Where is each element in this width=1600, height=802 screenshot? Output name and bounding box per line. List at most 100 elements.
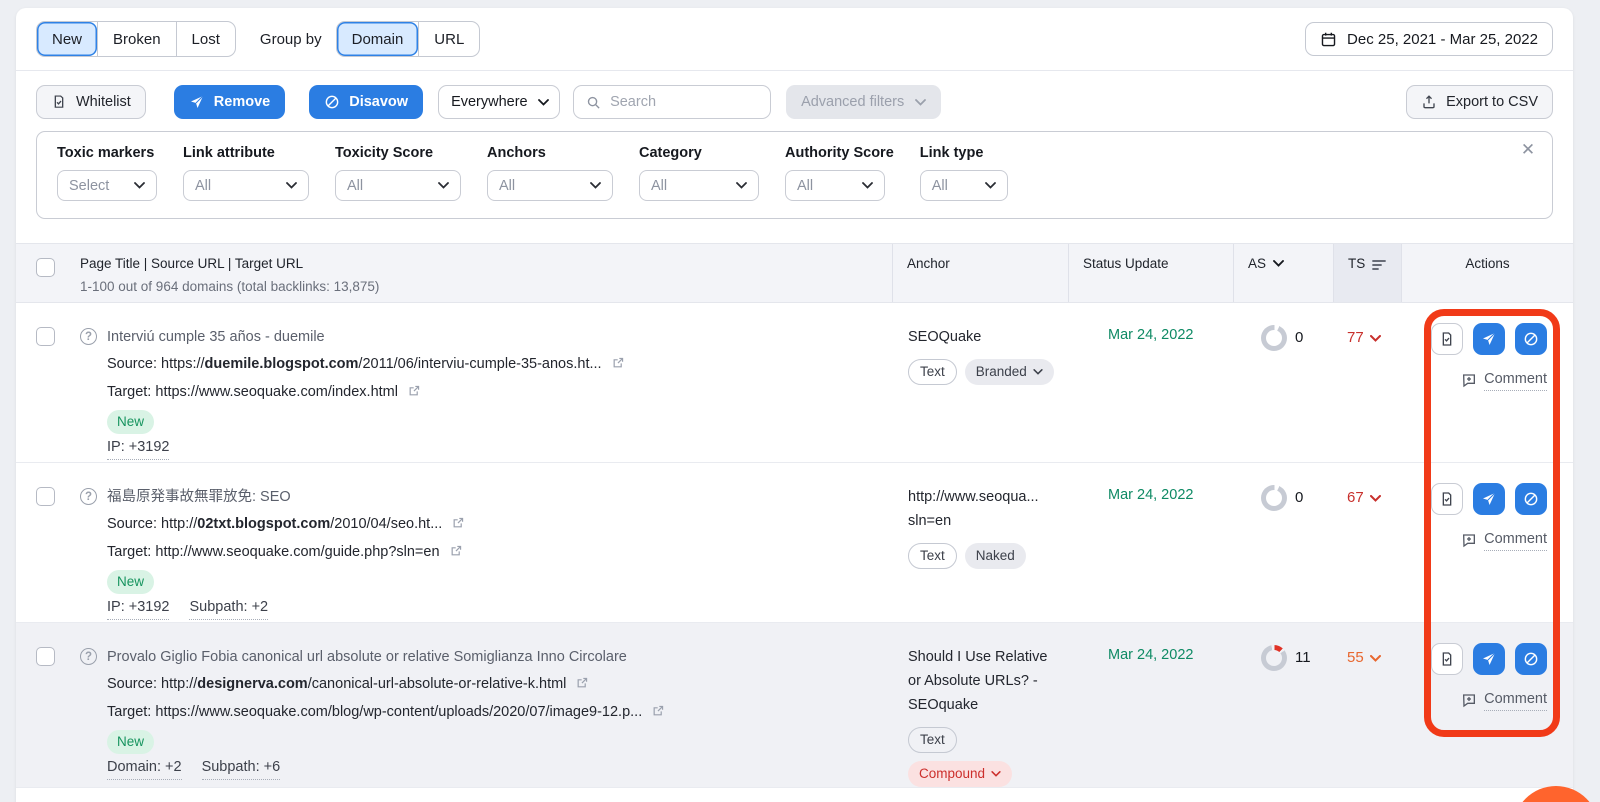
tab-lost[interactable]: Lost (176, 22, 235, 56)
disavow-button[interactable]: Disavow (309, 85, 423, 119)
page-title: Provalo Giglio Fobia canonical url absol… (107, 644, 665, 671)
comment-link[interactable]: Comment (1461, 529, 1547, 551)
filter-value: Select (69, 178, 109, 194)
filter-toxicity-score: Toxicity Score All (335, 145, 461, 201)
date-range-picker[interactable]: Dec 25, 2021 - Mar 25, 2022 (1305, 22, 1553, 56)
external-link-icon[interactable] (450, 545, 463, 561)
link-type-select[interactable]: All (920, 170, 1008, 201)
comment-link[interactable]: Comment (1461, 689, 1547, 711)
close-icon[interactable] (1518, 140, 1538, 160)
advanced-filters-button[interactable]: Advanced filters (786, 85, 941, 119)
subpath-meta[interactable]: Subpath: +6 (202, 756, 281, 780)
toxicity-score-cell[interactable]: 55 (1333, 623, 1401, 787)
external-link-icon[interactable] (652, 705, 665, 721)
authority-score-select[interactable]: All (785, 170, 885, 201)
export-csv-button[interactable]: Export to CSV (1406, 85, 1553, 119)
whitelist-row-button[interactable] (1431, 483, 1463, 515)
whitelist-row-button[interactable] (1431, 323, 1463, 355)
ts-value: 77 (1347, 329, 1364, 346)
anchor-tag-branded[interactable]: Branded (965, 359, 1054, 385)
scope-select[interactable]: Everywhere (438, 85, 560, 119)
filters-panel: Toxic markers Select Link attribute All … (36, 131, 1553, 219)
remove-row-button[interactable] (1473, 323, 1505, 355)
disavow-row-button[interactable] (1515, 643, 1547, 675)
tab-new[interactable]: New (37, 22, 97, 56)
tab-domain[interactable]: Domain (337, 22, 419, 56)
toxicity-score-cell[interactable]: 77 (1333, 303, 1401, 462)
header-anchor: Anchor (892, 244, 1068, 302)
search-input[interactable] (610, 94, 758, 110)
tab-broken[interactable]: Broken (97, 22, 176, 56)
filter-label: Authority Score (785, 145, 894, 161)
help-icon[interactable] (80, 328, 97, 345)
header-status-update: Status Update (1068, 244, 1233, 302)
header-ts[interactable]: TS (1333, 244, 1401, 302)
ts-value: 55 (1347, 649, 1364, 666)
disavow-row-button[interactable] (1515, 323, 1547, 355)
remove-row-button[interactable] (1473, 483, 1505, 515)
search-icon (586, 95, 601, 110)
chevron-down-icon (1370, 655, 1381, 662)
external-link-icon[interactable] (612, 357, 625, 373)
status-update-date: Mar 24, 2022 (1068, 623, 1233, 787)
filter-value: All (195, 178, 211, 194)
backlink-audit-page: New Broken Lost Group by Domain URL Dec … (0, 0, 1600, 802)
as-value: 11 (1295, 645, 1311, 671)
ip-meta[interactable]: IP: +3192 (107, 596, 169, 620)
table-header: Page Title | Source URL | Target URL 1-1… (16, 243, 1573, 303)
header-as[interactable]: AS (1233, 244, 1333, 302)
backlinks-table: Page Title | Source URL | Target URL 1-1… (16, 243, 1573, 788)
block-icon (324, 94, 340, 110)
filter-label: Link attribute (183, 145, 309, 161)
row-checkbox[interactable] (36, 647, 55, 666)
external-link-icon[interactable] (452, 517, 465, 533)
anchor-tag-text[interactable]: Text (908, 727, 957, 753)
target-url-line: Target: http://www.seoquake.com/guide.ph… (107, 539, 465, 567)
anchor-text: SEOQuake (908, 325, 1058, 349)
anchors-select[interactable]: All (487, 170, 613, 201)
whitelist-button[interactable]: Whitelist (36, 85, 146, 119)
anchor-cell: SEOQuake Text Branded (892, 303, 1068, 462)
row-checkbox[interactable] (36, 327, 55, 346)
source-url-line: Source: https://duemile.blogspot.com/201… (107, 351, 625, 379)
whitelist-row-button[interactable] (1431, 643, 1463, 675)
subpath-meta[interactable]: Subpath: +2 (189, 596, 268, 620)
anchor-tag-naked[interactable]: Naked (965, 543, 1026, 569)
anchor-tag-compound[interactable]: Compound (908, 761, 1012, 787)
external-link-icon[interactable] (576, 677, 589, 693)
filter-link-type: Link type All (920, 145, 1008, 201)
anchor-tag-text[interactable]: Text (908, 359, 957, 385)
select-all-checkbox[interactable] (36, 258, 55, 277)
remove-button[interactable]: Remove (174, 85, 285, 119)
table-row: 福島原発事故無罪放免: SEO Source: http://02txt.blo… (16, 463, 1573, 623)
calendar-icon (1320, 31, 1337, 48)
category-select[interactable]: All (639, 170, 759, 201)
authority-score-cell: 11 (1233, 623, 1333, 787)
tab-url[interactable]: URL (418, 22, 479, 56)
export-icon (1421, 94, 1437, 110)
toxic-markers-select[interactable]: Select (57, 170, 157, 201)
disavow-row-button[interactable] (1515, 483, 1547, 515)
search-box (573, 85, 771, 119)
comment-link[interactable]: Comment (1461, 369, 1547, 391)
external-link-icon[interactable] (408, 385, 421, 401)
toxicity-score-select[interactable]: All (335, 170, 461, 201)
link-attribute-select[interactable]: All (183, 170, 309, 201)
domain-meta[interactable]: Domain: +2 (107, 756, 182, 780)
row-checkbox[interactable] (36, 487, 55, 506)
remove-row-button[interactable] (1473, 643, 1505, 675)
toxicity-score-cell[interactable]: 67 (1333, 463, 1401, 622)
table-row: Interviú cumple 35 años - duemile Source… (16, 303, 1573, 463)
filter-link-attribute: Link attribute All (183, 145, 309, 201)
help-icon[interactable] (80, 648, 97, 665)
help-icon[interactable] (80, 488, 97, 505)
source-domain: 02txt.blogspot.com (197, 516, 330, 532)
anchor-tag-text[interactable]: Text (908, 543, 957, 569)
status-badge: New (107, 730, 154, 754)
page-title: 福島原発事故無罪放免: SEO (107, 484, 465, 511)
target-url-line: Target: https://www.seoquake.com/index.h… (107, 379, 625, 407)
source-domain: designerva.com (197, 676, 307, 692)
ip-meta[interactable]: IP: +3192 (107, 436, 169, 460)
remove-label: Remove (214, 94, 270, 110)
chevron-down-icon (1370, 335, 1381, 342)
